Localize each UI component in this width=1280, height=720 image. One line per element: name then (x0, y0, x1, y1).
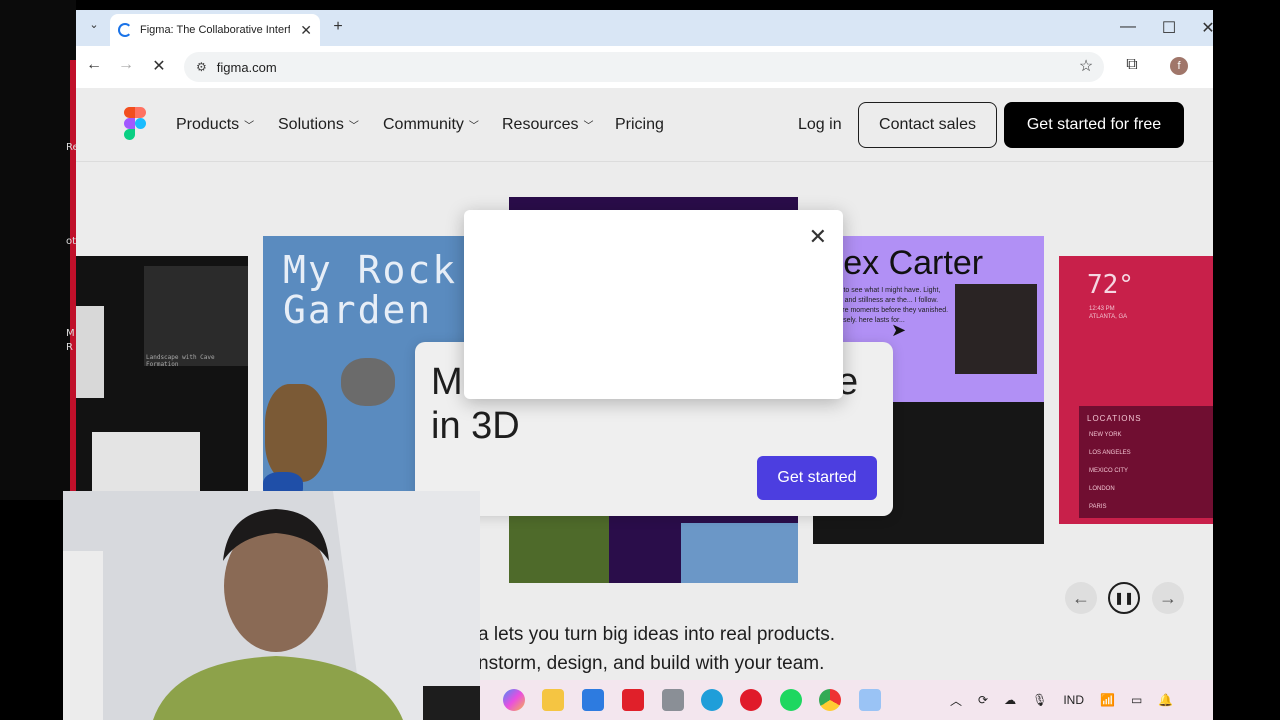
camera-icon[interactable] (662, 689, 684, 711)
location-item: PARIS (1089, 504, 1107, 510)
location-item: LONDON (1089, 486, 1115, 492)
gallery-sphere-image (92, 432, 200, 496)
stop-loading-icon[interactable]: ✕ (149, 56, 169, 76)
chevron-down-icon: ﹀ (583, 121, 594, 132)
nav-label: Resources (502, 116, 579, 133)
cloud-off-icon[interactable]: ☁ (1004, 693, 1016, 707)
location-item: NEW YORK (1089, 432, 1122, 438)
promo-heading-line2: in 3D (431, 405, 520, 447)
tab-figma[interactable]: Figma: The Collaborative Interf ✕ (110, 14, 320, 46)
l-app-icon[interactable] (622, 689, 644, 711)
bookmark-star-icon[interactable]: ☆ (1076, 56, 1096, 76)
close-icon[interactable]: ✕ (809, 224, 827, 250)
tab-title: Figma: The Collaborative Interf (140, 24, 290, 36)
address-bar[interactable]: ⚙ figma.com (184, 52, 1104, 82)
promo-heading-start: M (431, 361, 463, 403)
tab-bar: ⌄ Figma: The Collaborative Interf ✕ + — … (76, 10, 1213, 46)
maximize-button[interactable]: ☐ (1159, 18, 1179, 38)
snipping-tool-icon[interactable] (859, 689, 881, 711)
language-indicator[interactable]: IND (1063, 693, 1084, 707)
chevron-down-icon: ﹀ (348, 121, 359, 132)
figma-logo-icon[interactable] (124, 107, 146, 143)
gallery-card-weather: 72° 12:43 PM ATLANTA, GA LOCATIONS NEW Y… (1059, 256, 1213, 524)
caption-text: Landscape with Cave Formation (146, 354, 215, 368)
webcam-person-image (63, 491, 480, 720)
microphone-icon[interactable]: 🎙 (1032, 693, 1047, 707)
desktop-label: ot (66, 236, 77, 247)
chevron-down-icon: ﹀ (468, 121, 479, 132)
tagline-line: nstorm, design, and build with your team… (478, 653, 825, 674)
opera-icon[interactable] (740, 689, 762, 711)
weather-time: 12:43 PM (1089, 306, 1115, 312)
rock-garden-title: My Rock Garden (283, 248, 458, 332)
tab-search-icon[interactable]: ⌄ (84, 18, 104, 31)
gallery-card-landscape: Landscape with Cave Formation (76, 256, 248, 496)
desktop-label: R (66, 342, 73, 353)
get-started-free-button[interactable]: Get started for free (1004, 102, 1184, 148)
tab-close-icon[interactable]: ✕ (300, 22, 312, 39)
weather-city: ATLANTA, GA (1089, 314, 1128, 320)
nav-solutions[interactable]: Solutions ﹀ (278, 116, 359, 134)
back-icon[interactable]: ← (84, 56, 104, 74)
windows-taskbar: ︿ ⟳ ☁ 🎙 IND 📶 ▭ 🔔 (476, 680, 1213, 720)
new-tab-button[interactable]: + (328, 18, 348, 36)
rock-image (265, 384, 327, 482)
nav-label: Community (383, 116, 464, 133)
location-item: MEXICO CITY (1089, 468, 1129, 474)
browser-toolbar: ← → ✕ ⚙ figma.com ☆ ⧉ f (76, 46, 1213, 88)
system-tray: ︿ ⟳ ☁ 🎙 IND 📶 ▭ 🔔 (950, 680, 1173, 720)
notification-bell-icon[interactable]: 🔔 (1158, 693, 1173, 707)
desktop-label: M (66, 328, 75, 339)
carousel-pause-button[interactable]: ❚❚ (1108, 582, 1140, 614)
get-started-button[interactable]: Get started (757, 456, 877, 500)
hero-tagline: a lets you turn big ideas into real prod… (478, 620, 835, 678)
carousel-prev-button[interactable]: ← (1065, 582, 1097, 614)
spotify-icon[interactable] (780, 689, 802, 711)
nav-community[interactable]: Community ﹀ (383, 116, 479, 134)
gallery-image (681, 523, 798, 583)
desktop-left-strip: Re ot M R (0, 0, 79, 500)
carousel-next-button[interactable]: → (1152, 582, 1184, 614)
rock-image (341, 358, 395, 406)
gallery-image (509, 507, 609, 583)
chevron-up-icon[interactable]: ︿ (950, 692, 962, 709)
nav-label: Products (176, 116, 240, 133)
file-explorer-icon[interactable] (542, 689, 564, 711)
sync-icon[interactable]: ⟳ (978, 693, 988, 707)
webcam-overlay (63, 491, 480, 720)
nav-label: Solutions (278, 116, 344, 133)
gallery-image (144, 266, 248, 366)
portrait-image (955, 284, 1037, 374)
store-icon[interactable] (582, 689, 604, 711)
site-info-icon[interactable]: ⚙ (196, 60, 207, 74)
chrome-icon[interactable] (819, 689, 841, 711)
nav-pricing[interactable]: Pricing (615, 116, 664, 134)
tagline-line: a lets you turn big ideas into real prod… (478, 624, 835, 645)
close-window-button[interactable]: ✕ (1198, 18, 1213, 38)
wifi-icon[interactable]: 📶 (1100, 693, 1115, 707)
nav-products[interactable]: Products ﹀ (176, 116, 254, 134)
chevron-down-icon: ﹀ (244, 121, 255, 132)
battery-icon[interactable]: ▭ (1131, 693, 1142, 707)
copilot-icon[interactable] (503, 689, 525, 711)
minimize-button[interactable]: — (1118, 18, 1138, 36)
gallery-thumbnail (76, 306, 104, 398)
site-nav: Products ﹀ Solutions ﹀ Community ﹀ Resource… (76, 88, 1213, 162)
nav-resources[interactable]: Resources ﹀ (502, 116, 593, 134)
login-link[interactable]: Log in (798, 116, 842, 134)
mouse-cursor-icon: ➤ (891, 320, 907, 340)
profile-avatar[interactable]: f (1170, 57, 1188, 75)
forward-icon[interactable]: → (116, 56, 136, 74)
locations-panel: LOCATIONS NEW YORK LOS ANGELES MEXICO CI… (1079, 406, 1213, 518)
edge-icon[interactable] (701, 689, 723, 711)
locations-label: LOCATIONS (1087, 414, 1142, 423)
weather-temp: 72° (1087, 270, 1134, 300)
contact-sales-button[interactable]: Contact sales (858, 102, 997, 148)
loading-icon (118, 23, 132, 37)
url-text: figma.com (216, 59, 277, 75)
location-item: LOS ANGELES (1089, 450, 1131, 456)
modal-dialog: ✕ (464, 210, 843, 399)
extensions-icon[interactable]: ⧉ (1122, 56, 1142, 74)
